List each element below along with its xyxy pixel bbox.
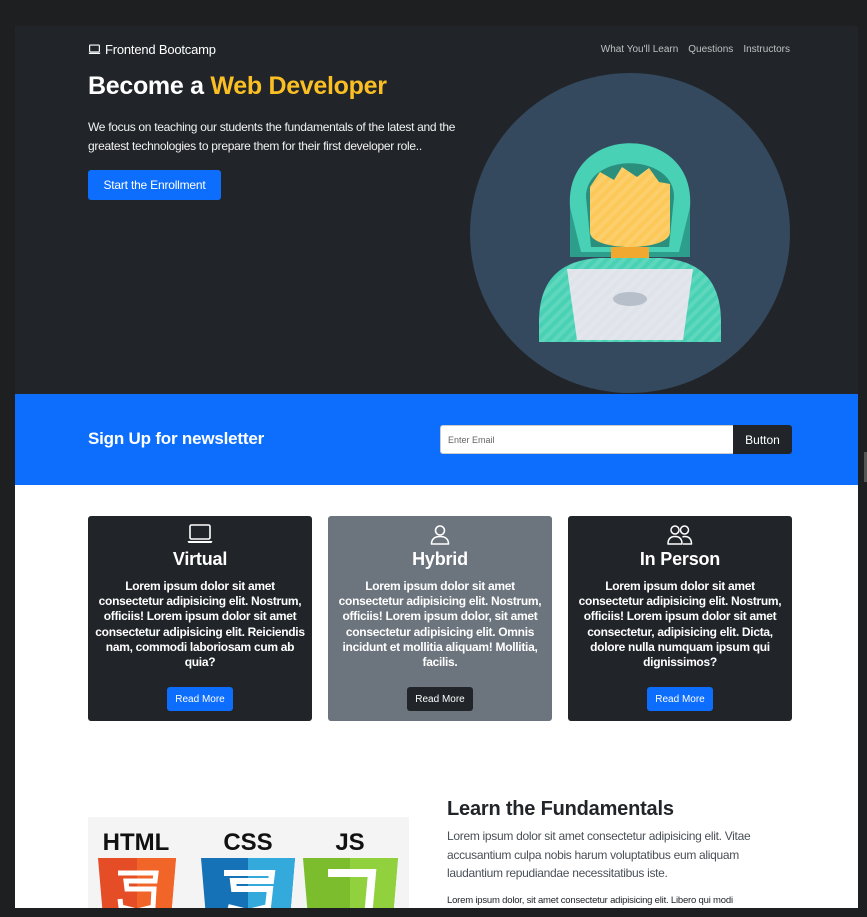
read-more-button[interactable]: Read More xyxy=(647,687,713,711)
hero-title: Become a Web Developer xyxy=(88,72,387,101)
card-virtual: Virtual Lorem ipsum dolor sit amet conse… xyxy=(88,516,312,721)
css-logo-label: CSS xyxy=(223,829,272,856)
hero-description: We focus on teaching our students the fu… xyxy=(88,120,456,153)
html-css-js-logos: HTML CSS JS xyxy=(98,829,398,908)
hero-title-accent: Web Developer xyxy=(210,72,387,100)
hacker-illustration xyxy=(470,73,790,393)
card-title: Virtual xyxy=(172,549,228,569)
people-icon xyxy=(667,524,693,551)
start-enrollment-button[interactable]: Start the Enrollment xyxy=(88,170,221,200)
navbar-links: What You'll Learn Questions Instructors xyxy=(601,44,790,55)
learn-lead: Lorem ipsum dolor sit amet consectetur a… xyxy=(447,829,751,880)
hero-section: Frontend Bootcamp What You'll Learn Ques… xyxy=(15,26,858,394)
page: Frontend Bootcamp What You'll Learn Ques… xyxy=(15,26,858,908)
nav-link-questions[interactable]: Questions xyxy=(688,44,733,55)
email-input[interactable] xyxy=(440,425,733,454)
nav-link-what-youll-learn[interactable]: What You'll Learn xyxy=(601,44,679,55)
newsletter-submit-button[interactable]: Button xyxy=(733,425,792,454)
newsletter-title: Sign Up for newsletter xyxy=(88,429,265,448)
person-icon xyxy=(429,524,451,551)
learn-text: Lorem ipsum dolor, sit amet consectetur … xyxy=(447,895,733,906)
card-hybrid: Hybrid Lorem ipsum dolor sit amet consec… xyxy=(328,516,552,721)
brand-label: Frontend Bootcamp xyxy=(105,42,216,57)
learn-image: HTML CSS JS xyxy=(88,817,409,908)
read-more-button[interactable]: Read More xyxy=(167,687,233,711)
hero-illustration xyxy=(469,72,791,394)
nav-link-instructors[interactable]: Instructors xyxy=(743,44,790,55)
html-logo-label: HTML xyxy=(103,829,170,856)
hero-title-prefix: Become a xyxy=(88,72,204,100)
card-text: Lorem ipsum dolor sit amet consectetur a… xyxy=(95,579,305,670)
newsletter-section: Sign Up for newsletter Button xyxy=(15,394,858,485)
card-title: In Person xyxy=(639,549,721,569)
js-logo-label: JS xyxy=(335,829,364,856)
laptop-icon xyxy=(187,524,213,549)
boxes-section: Virtual Lorem ipsum dolor sit amet conse… xyxy=(88,516,792,721)
card-text: Lorem ipsum dolor sit amet consectetur a… xyxy=(338,579,542,670)
read-more-button[interactable]: Read More xyxy=(407,687,473,711)
card-title: Hybrid xyxy=(412,549,468,569)
card-text: Lorem ipsum dolor sit amet consectetur a… xyxy=(578,579,782,670)
learn-title: Learn the Fundamentals xyxy=(447,798,674,820)
laptop-icon xyxy=(88,44,101,55)
card-in-person: In Person Lorem ipsum dolor sit amet con… xyxy=(568,516,792,721)
navbar-brand[interactable]: Frontend Bootcamp xyxy=(88,42,216,57)
